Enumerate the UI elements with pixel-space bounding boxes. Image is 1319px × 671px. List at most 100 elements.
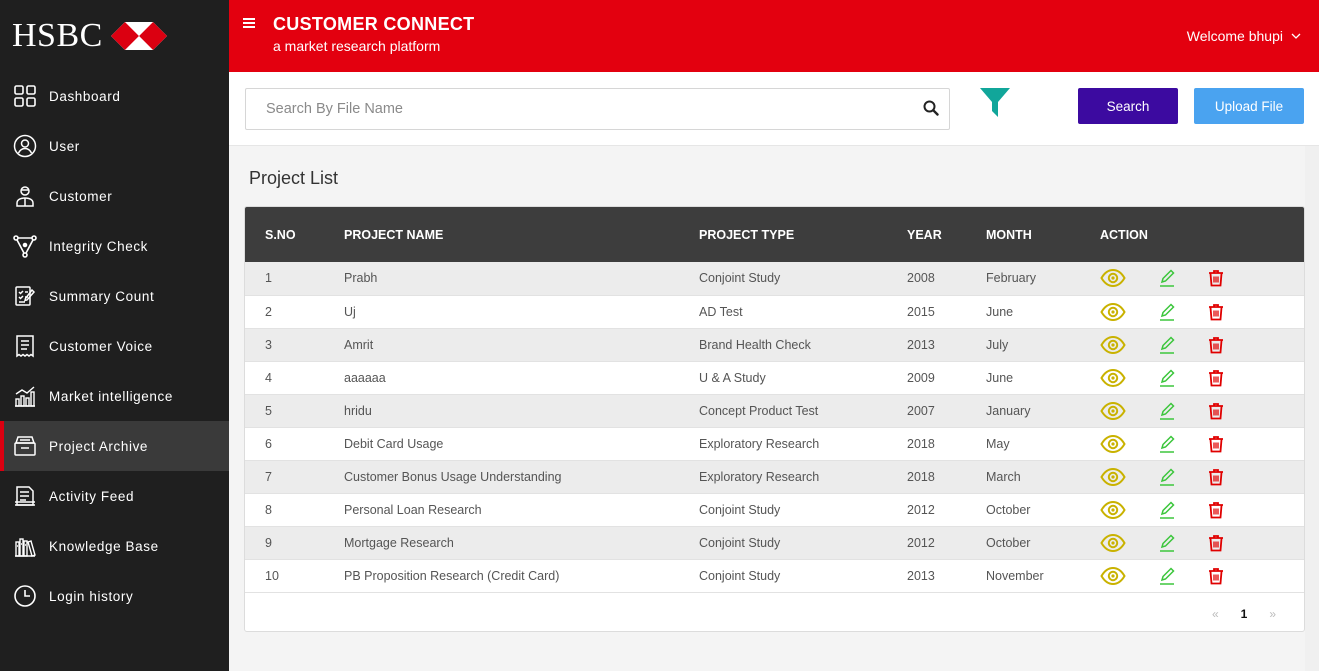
cell-sno: 8 bbox=[245, 493, 344, 527]
hamburger-menu-icon[interactable] bbox=[243, 13, 255, 34]
view-eye-icon[interactable] bbox=[1100, 401, 1126, 420]
archive-icon bbox=[12, 433, 38, 459]
edit-pencil-icon[interactable] bbox=[1159, 269, 1175, 287]
edit-pencil-icon[interactable] bbox=[1159, 500, 1175, 519]
cell-project-name: Personal Loan Research bbox=[344, 493, 699, 527]
view-eye-icon[interactable] bbox=[1100, 467, 1126, 486]
cell-year: 2008 bbox=[907, 262, 986, 296]
cell-project-type: Conjoint Study bbox=[699, 493, 907, 527]
cell-year: 2013 bbox=[907, 559, 986, 593]
delete-trash-icon[interactable] bbox=[1208, 269, 1224, 287]
cell-year: 2012 bbox=[907, 526, 986, 560]
top-header: CUSTOMER CONNECT a market research platf… bbox=[229, 0, 1319, 72]
table-row: 2 Uj AD Test 2015 June bbox=[245, 295, 1304, 329]
welcome-text: Welcome bhupi bbox=[1186, 28, 1283, 44]
cell-project-name: Debit Card Usage bbox=[344, 427, 699, 461]
cell-project-type: AD Test bbox=[699, 295, 907, 329]
search-button[interactable]: Search bbox=[1078, 88, 1178, 124]
edit-pencil-icon[interactable] bbox=[1159, 467, 1175, 486]
cell-project-type: Conjoint Study bbox=[699, 559, 907, 593]
delete-trash-icon[interactable] bbox=[1208, 336, 1224, 354]
sidebar-item-activity-feed[interactable]: Activity Feed bbox=[0, 471, 229, 521]
view-eye-icon[interactable] bbox=[1100, 566, 1126, 585]
user-menu[interactable]: Welcome bhupi bbox=[1187, 28, 1301, 44]
sidebar-item-knowledge-base[interactable]: Knowledge Base bbox=[0, 521, 229, 571]
cell-project-name: aaaaaa bbox=[344, 361, 699, 395]
pagination-page[interactable]: 1 bbox=[1241, 607, 1248, 621]
cell-month: January bbox=[986, 394, 1100, 428]
delete-trash-icon[interactable] bbox=[1208, 468, 1224, 486]
delete-trash-icon[interactable] bbox=[1208, 369, 1224, 387]
cell-actions bbox=[1100, 262, 1304, 296]
sidebar-item-dashboard[interactable]: Dashboard bbox=[0, 71, 229, 121]
pagination-next[interactable]: » bbox=[1269, 607, 1276, 621]
sidebar-item-label: User bbox=[49, 138, 80, 154]
cell-project-name: PB Proposition Research (Credit Card) bbox=[344, 559, 699, 593]
cell-sno: 3 bbox=[245, 328, 344, 362]
cell-actions bbox=[1100, 559, 1304, 593]
search-icon[interactable] bbox=[923, 100, 939, 121]
project-table-card: S.NO PROJECT NAME PROJECT TYPE YEAR MONT… bbox=[244, 206, 1305, 632]
cell-year: 2015 bbox=[907, 295, 986, 329]
sidebar-item-label: Market intelligence bbox=[49, 388, 173, 404]
view-eye-icon[interactable] bbox=[1100, 434, 1126, 453]
logo-text: HSBC bbox=[12, 17, 103, 54]
table-row: 1 Prabh Conjoint Study 2008 February bbox=[245, 262, 1304, 296]
pagination: « 1 » bbox=[1190, 607, 1276, 621]
view-eye-icon[interactable] bbox=[1100, 335, 1126, 354]
delete-trash-icon[interactable] bbox=[1208, 303, 1224, 321]
cell-year: 2012 bbox=[907, 493, 986, 527]
cell-project-type: U & A Study bbox=[699, 361, 907, 395]
sidebar-item-market-intelligence[interactable]: Market intelligence bbox=[0, 371, 229, 421]
table-row: 9 Mortgage Research Conjoint Study 2012 Octo… bbox=[245, 526, 1304, 560]
sidebar-item-label: Login history bbox=[49, 588, 134, 604]
view-eye-icon[interactable] bbox=[1100, 533, 1126, 552]
cell-actions bbox=[1100, 394, 1304, 428]
col-project-type: PROJECT TYPE bbox=[699, 227, 795, 242]
cell-project-name: Customer Bonus Usage Understanding bbox=[344, 460, 699, 494]
sidebar-item-user[interactable]: User bbox=[0, 121, 229, 171]
table-row: 8 Personal Loan Research Conjoint Study 201… bbox=[245, 493, 1304, 527]
pagination-prev[interactable]: « bbox=[1212, 607, 1219, 621]
cell-actions bbox=[1100, 427, 1304, 461]
upload-file-button[interactable]: Upload File bbox=[1194, 88, 1304, 124]
sidebar-item-integrity-check[interactable]: Integrity Check bbox=[0, 221, 229, 271]
edit-pencil-icon[interactable] bbox=[1159, 302, 1175, 321]
delete-trash-icon[interactable] bbox=[1208, 402, 1224, 420]
view-eye-icon[interactable] bbox=[1100, 302, 1126, 321]
table-header-row: S.NO PROJECT NAME PROJECT TYPE YEAR MONT… bbox=[245, 207, 1304, 262]
delete-trash-icon[interactable] bbox=[1208, 567, 1224, 585]
delete-trash-icon[interactable] bbox=[1208, 501, 1224, 519]
cell-month: May bbox=[986, 427, 1100, 461]
sidebar-item-customer[interactable]: Customer bbox=[0, 171, 229, 221]
filter-icon[interactable] bbox=[979, 87, 1011, 124]
col-action: ACTION bbox=[1100, 227, 1148, 242]
col-sno: S.NO bbox=[265, 227, 296, 242]
sidebar-item-label: Activity Feed bbox=[49, 488, 135, 504]
sidebar-item-summary-count[interactable]: Summary Count bbox=[0, 271, 229, 321]
view-eye-icon[interactable] bbox=[1100, 368, 1126, 387]
delete-trash-icon[interactable] bbox=[1208, 534, 1224, 552]
sidebar-nav: Dashboard User Customer Integrity Check Summ… bbox=[0, 71, 229, 621]
cell-year: 2007 bbox=[907, 394, 986, 428]
sidebar-item-project-archive[interactable]: Project Archive bbox=[0, 421, 229, 471]
view-eye-icon[interactable] bbox=[1100, 269, 1126, 288]
edit-pencil-icon[interactable] bbox=[1159, 368, 1175, 387]
edit-pencil-icon[interactable] bbox=[1159, 335, 1175, 354]
cell-year: 2013 bbox=[907, 328, 986, 362]
sidebar-item-label: Project Archive bbox=[49, 438, 149, 454]
search-input[interactable] bbox=[246, 89, 886, 129]
edit-pencil-icon[interactable] bbox=[1159, 401, 1175, 420]
edit-pencil-icon[interactable] bbox=[1159, 533, 1175, 552]
view-eye-icon[interactable] bbox=[1100, 500, 1126, 519]
delete-trash-icon[interactable] bbox=[1208, 435, 1224, 453]
cell-month: February bbox=[986, 262, 1100, 296]
chart-icon bbox=[12, 383, 38, 409]
sidebar-item-customer-voice[interactable]: Customer Voice bbox=[0, 321, 229, 371]
app-title: CUSTOMER CONNECT bbox=[273, 14, 475, 34]
edit-pencil-icon[interactable] bbox=[1159, 566, 1175, 585]
edit-pencil-icon[interactable] bbox=[1159, 434, 1175, 453]
cell-project-type: Exploratory Research bbox=[699, 427, 907, 461]
sidebar-item-login-history[interactable]: Login history bbox=[0, 571, 229, 621]
hsbc-logo[interactable]: HSBC bbox=[0, 0, 229, 72]
